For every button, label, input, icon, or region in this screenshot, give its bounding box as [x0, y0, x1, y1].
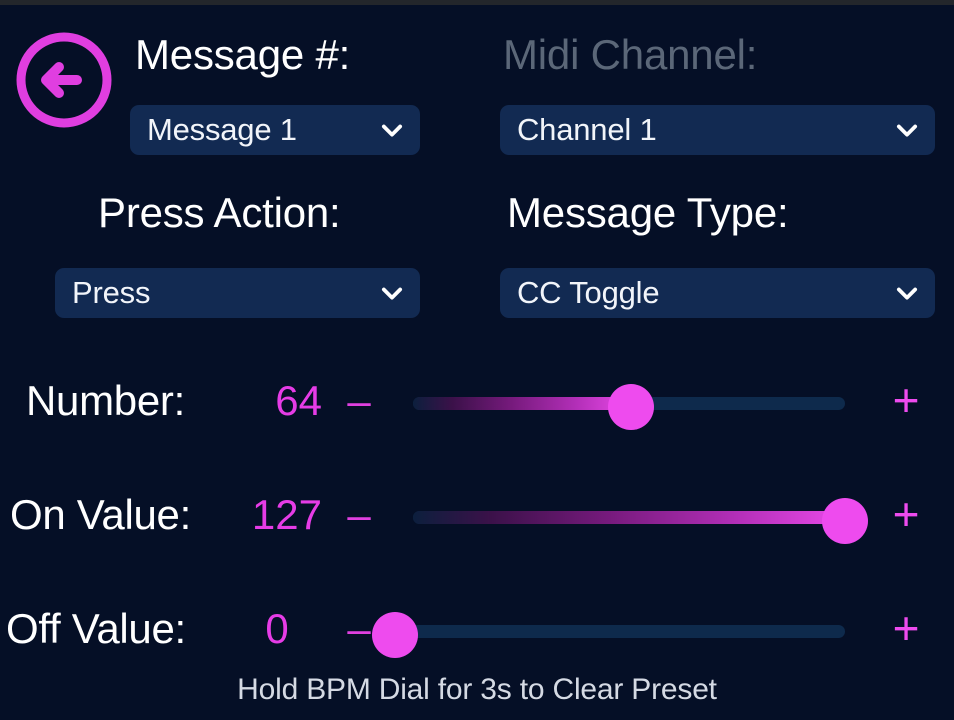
arrow-left-circle-icon [16, 32, 112, 128]
number-slider-fill [413, 397, 631, 410]
press-action-label: Press Action: [98, 189, 341, 236]
press-action-value: Press [72, 275, 151, 310]
number-label: Number: [26, 377, 185, 424]
clear-preset-hint: Hold BPM Dial for 3s to Clear Preset [237, 673, 717, 706]
slider-row-on-value: On Value: 127 – + [0, 488, 954, 552]
number-decrement-button[interactable]: – [342, 374, 376, 428]
message-type-dropdown[interactable]: CC Toggle [500, 268, 935, 318]
off-value-slider-track [395, 625, 845, 638]
chevron-down-icon [896, 287, 918, 300]
off-value-slider-thumb[interactable] [372, 612, 418, 658]
on-value-slider[interactable] [413, 498, 868, 544]
on-value-slider-thumb[interactable] [822, 498, 868, 544]
on-value-decrement-button[interactable]: – [342, 488, 376, 542]
back-button[interactable] [11, 27, 117, 133]
message-type-label: Message Type: [507, 189, 789, 236]
off-value-label: Off Value: [6, 605, 186, 652]
slider-row-number: Number: 64 – + [0, 374, 954, 438]
number-value: 64 [275, 377, 322, 424]
message-number-value: Message 1 [147, 112, 297, 147]
slider-row-off-value: Off Value: 0 – + [0, 602, 954, 666]
midi-channel-label: Midi Channel: [503, 31, 758, 78]
off-value-decrement-button[interactable]: – [342, 602, 376, 656]
off-value-value: 0 [265, 605, 289, 652]
off-value-slider[interactable] [372, 612, 845, 658]
press-action-dropdown[interactable]: Press [55, 268, 420, 318]
on-value-increment-button[interactable]: + [884, 488, 928, 540]
midi-message-editor-screen: Message #: Message 1 Midi Channel: Chann… [0, 5, 954, 720]
message-number-label: Message #: [135, 31, 351, 78]
message-type-value: CC Toggle [517, 275, 660, 310]
on-value-label: On Value: [10, 491, 191, 538]
message-number-dropdown[interactable]: Message 1 [130, 105, 420, 155]
on-value-value: 127 [251, 491, 322, 538]
number-slider[interactable] [413, 384, 845, 430]
off-value-increment-button[interactable]: + [884, 602, 928, 654]
on-value-slider-fill [413, 511, 845, 524]
chevron-down-icon [896, 124, 918, 137]
chevron-down-icon [381, 124, 403, 137]
midi-channel-value: Channel 1 [517, 112, 657, 147]
chevron-down-icon [381, 287, 403, 300]
number-increment-button[interactable]: + [884, 374, 928, 426]
number-slider-thumb[interactable] [607, 384, 654, 430]
midi-channel-dropdown[interactable]: Channel 1 [500, 105, 935, 155]
